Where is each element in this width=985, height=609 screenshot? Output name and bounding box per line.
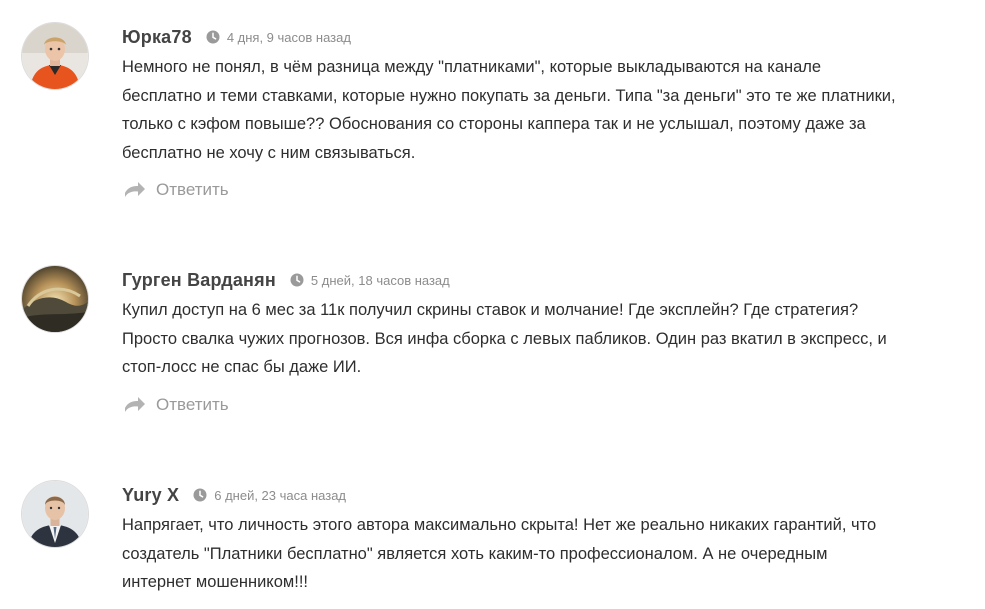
clock-icon bbox=[206, 30, 220, 44]
comment-text-line: стоп-лосс не спас бы даже ИИ. bbox=[122, 358, 362, 376]
reply-label[interactable]: Ответить bbox=[156, 395, 229, 415]
reply-label[interactable]: Ответить bbox=[156, 180, 229, 200]
comment-text: Немного не понял, в чём разница между "п… bbox=[122, 53, 972, 167]
reply-arrow-icon bbox=[125, 397, 145, 412]
comment-timestamp[interactable]: 6 дней, 23 часа назад bbox=[214, 488, 346, 503]
author-name[interactable]: Гурген Варданян bbox=[122, 270, 276, 291]
comment-text-line: только с кэфом повыше?? Обоснования со с… bbox=[122, 115, 866, 133]
avatar[interactable] bbox=[22, 266, 88, 332]
author-name[interactable]: Yury X bbox=[122, 485, 179, 506]
avatar[interactable] bbox=[22, 23, 88, 89]
person-in-suit-icon bbox=[22, 481, 88, 547]
author-name[interactable]: Юрка78 bbox=[122, 27, 192, 48]
comment-text-line: бесплатно и теми ставками, которые нужно… bbox=[122, 86, 896, 105]
comment-header: Гурген Варданян 5 дней, 18 часов назад bbox=[122, 266, 450, 294]
comment-text-line: создатель "Платники бесплатно" является … bbox=[122, 544, 828, 563]
reply-button[interactable]: Ответить bbox=[124, 178, 229, 202]
avatar[interactable] bbox=[22, 481, 88, 547]
comment-text-line: Купил доступ на 6 мес за 11к получил скр… bbox=[122, 301, 859, 319]
comment-text-line: Немного не понял, в чём разница между "п… bbox=[122, 58, 822, 76]
comment-header: Yury X 6 дней, 23 часа назад bbox=[122, 481, 346, 509]
comment-header: Юрка78 4 дня, 9 часов назад bbox=[122, 23, 351, 51]
person-orange-jacket-icon bbox=[22, 23, 88, 89]
clock-icon bbox=[193, 488, 207, 502]
wave-photo-icon bbox=[22, 266, 88, 332]
comment-text-line: бесплатно не хочу с ним связываться. bbox=[122, 143, 416, 162]
comment-timestamp[interactable]: 5 дней, 18 часов назад bbox=[311, 273, 450, 288]
comment-text: Купил доступ на 6 мес за 11к получил скр… bbox=[122, 296, 972, 382]
comment-text-line: интернет мошенником!!! bbox=[122, 573, 308, 591]
comment-timestamp[interactable]: 4 дня, 9 часов назад bbox=[227, 30, 351, 45]
reply-arrow-icon bbox=[125, 182, 145, 197]
comment-text: Напрягает, что личность этого автора мак… bbox=[122, 511, 972, 597]
reply-button[interactable]: Ответить bbox=[124, 393, 229, 417]
clock-icon bbox=[290, 273, 304, 287]
comment-text-line: Напрягает, что личность этого автора мак… bbox=[122, 516, 877, 534]
comment-text-line: Просто свалка чужих прогнозов. Вся инфа … bbox=[122, 329, 887, 348]
